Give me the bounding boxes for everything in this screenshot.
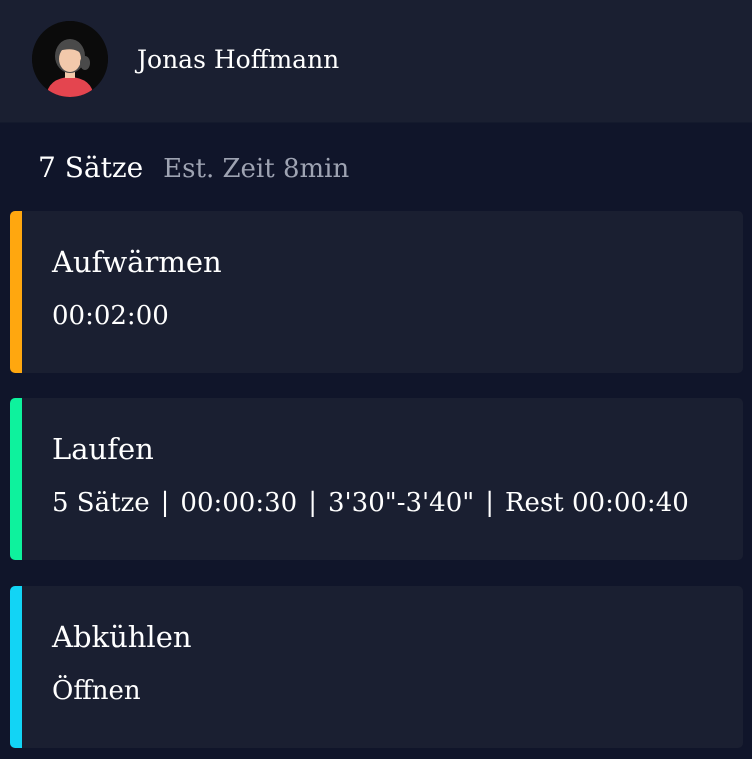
run-sets: 5 Sätze: [52, 488, 150, 518]
warmup-title: Aufwärmen: [52, 245, 222, 279]
run-rest: Rest 00:00:40: [504, 488, 689, 518]
warmup-card[interactable]: Aufwärmen 00:02:00: [10, 211, 743, 373]
run-interval: 00:00:30: [180, 488, 298, 518]
separator: |: [485, 488, 494, 518]
separator: |: [308, 488, 317, 518]
warmup-duration: 00:02:00: [52, 301, 169, 331]
run-pace: 3'30"-3'40": [327, 488, 475, 518]
run-details: 5 Sätze | 00:00:30 | 3'30"-3'40" | Rest …: [52, 487, 689, 519]
user-avatar-icon[interactable]: [32, 21, 108, 97]
run-title: Laufen: [52, 432, 154, 466]
run-accent-bar: [10, 398, 22, 560]
profile-header: Jonas Hoffmann: [0, 0, 752, 123]
warmup-accent-bar: [10, 211, 22, 373]
cooldown-open-link[interactable]: Öffnen: [52, 675, 141, 707]
run-card[interactable]: Laufen 5 Sätze | 00:00:30 | 3'30"-3'40" …: [10, 398, 743, 560]
total-sets: 7 Sätze: [38, 151, 144, 184]
avatar-illustration: [32, 21, 108, 97]
cooldown-title: Abkühlen: [52, 620, 192, 654]
separator: |: [160, 488, 170, 518]
estimated-time: Est. Zeit 8min: [163, 154, 350, 184]
cooldown-accent-bar: [10, 586, 22, 748]
workout-summary: 7 Sätze Est. Zeit 8min: [38, 151, 349, 185]
cooldown-card[interactable]: Abkühlen Öffnen: [10, 586, 743, 748]
user-name: Jonas Hoffmann: [137, 45, 340, 74]
